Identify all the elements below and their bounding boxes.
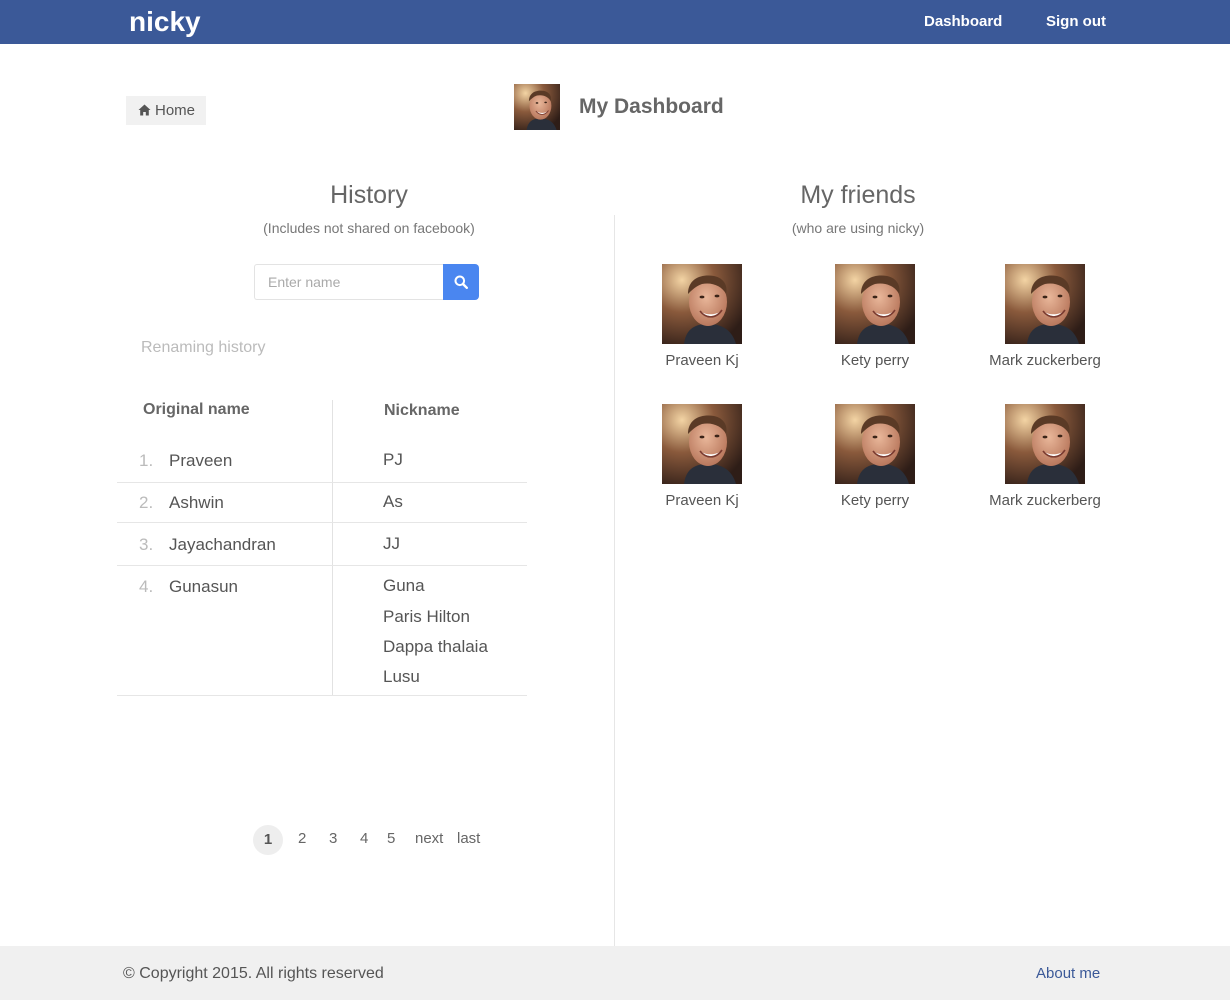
home-icon: [138, 104, 151, 116]
nav-dashboard-link[interactable]: Dashboard: [924, 13, 1002, 31]
friend-card[interactable]: Mark zuckerberg: [955, 404, 1135, 510]
friend-name: Mark zuckerberg: [989, 352, 1101, 369]
page-4-link[interactable]: 4: [360, 829, 368, 849]
row-divider: [117, 482, 527, 483]
page-5-link[interactable]: 5: [387, 829, 395, 849]
column-header-nickname: Nickname: [384, 402, 460, 419]
friend-avatar: [835, 404, 915, 484]
friend-avatar: [835, 264, 915, 344]
friend-card[interactable]: Praveen Kj: [612, 264, 792, 370]
friend-card[interactable]: Kety perry: [785, 264, 965, 370]
row-divider: [117, 522, 527, 523]
renaming-history-label: Renaming history: [141, 339, 266, 356]
table-column-divider: [332, 400, 333, 695]
nickname-cell: Paris Hilton: [383, 607, 470, 626]
history-subtitle: (Includes not shared on facebook): [263, 220, 475, 236]
friend-name: Praveen Kj: [665, 352, 739, 369]
original-name-cell: Praveen: [169, 451, 233, 470]
nickname-cell: As: [383, 492, 403, 511]
friend-name: Mark zuckerberg: [989, 492, 1101, 509]
history-title: History: [330, 181, 408, 209]
row-number: 1.: [139, 451, 154, 470]
original-name-cell: Jayachandran: [169, 535, 276, 554]
friend-avatar: [662, 264, 742, 344]
page-3-link[interactable]: 3: [329, 829, 337, 849]
row-divider: [117, 565, 527, 566]
friend-card[interactable]: Kety perry: [785, 404, 965, 510]
page-next-link[interactable]: next: [415, 829, 443, 849]
friend-name: Praveen Kj: [665, 492, 739, 509]
home-breadcrumb-button[interactable]: Home: [126, 96, 206, 125]
friend-card[interactable]: Mark zuckerberg: [955, 264, 1135, 370]
row-divider: [117, 695, 527, 696]
page-last-link[interactable]: last: [457, 829, 480, 849]
friends-subtitle: (who are using nicky): [791, 220, 925, 236]
home-label: Home: [155, 102, 196, 119]
top-navbar: nicky Dashboard Sign out: [0, 0, 1230, 44]
original-name-cell: Gunasun: [169, 577, 238, 596]
friend-name: Kety perry: [840, 352, 910, 369]
friends-title: My friends: [800, 181, 916, 209]
nickname-cell: Guna: [383, 576, 425, 595]
friend-name: Kety perry: [840, 492, 910, 509]
about-me-link[interactable]: About me: [1036, 965, 1100, 983]
search-icon: [454, 275, 468, 289]
nickname-cell: JJ: [383, 534, 400, 553]
page-2-link[interactable]: 2: [298, 829, 306, 849]
friend-avatar: [662, 404, 742, 484]
brand-logo[interactable]: nicky: [129, 5, 201, 39]
friend-avatar: [1005, 264, 1085, 344]
page-title: My Dashboard: [579, 95, 724, 118]
friend-avatar: [1005, 404, 1085, 484]
friend-card[interactable]: Praveen Kj: [612, 404, 792, 510]
row-number: 3.: [139, 535, 154, 554]
footer: © Copyright 2015. All rights reserved Ab…: [0, 946, 1230, 1000]
user-avatar: [514, 84, 560, 130]
nickname-cell: Dappa thalaia: [383, 637, 488, 656]
nickname-cell: Lusu: [383, 667, 420, 686]
nickname-cell: PJ: [383, 450, 403, 469]
row-number: 4.: [139, 577, 154, 596]
column-header-original-name: Original name: [143, 401, 250, 418]
search-button[interactable]: [443, 264, 479, 300]
row-number: 2.: [139, 493, 154, 512]
nav-signout-link[interactable]: Sign out: [1046, 13, 1106, 31]
search-name-input[interactable]: [254, 264, 443, 300]
page-1-link-active[interactable]: 1: [253, 825, 283, 855]
copyright-text: © Copyright 2015. All rights reserved: [123, 965, 384, 982]
original-name-cell: Ashwin: [169, 493, 224, 512]
